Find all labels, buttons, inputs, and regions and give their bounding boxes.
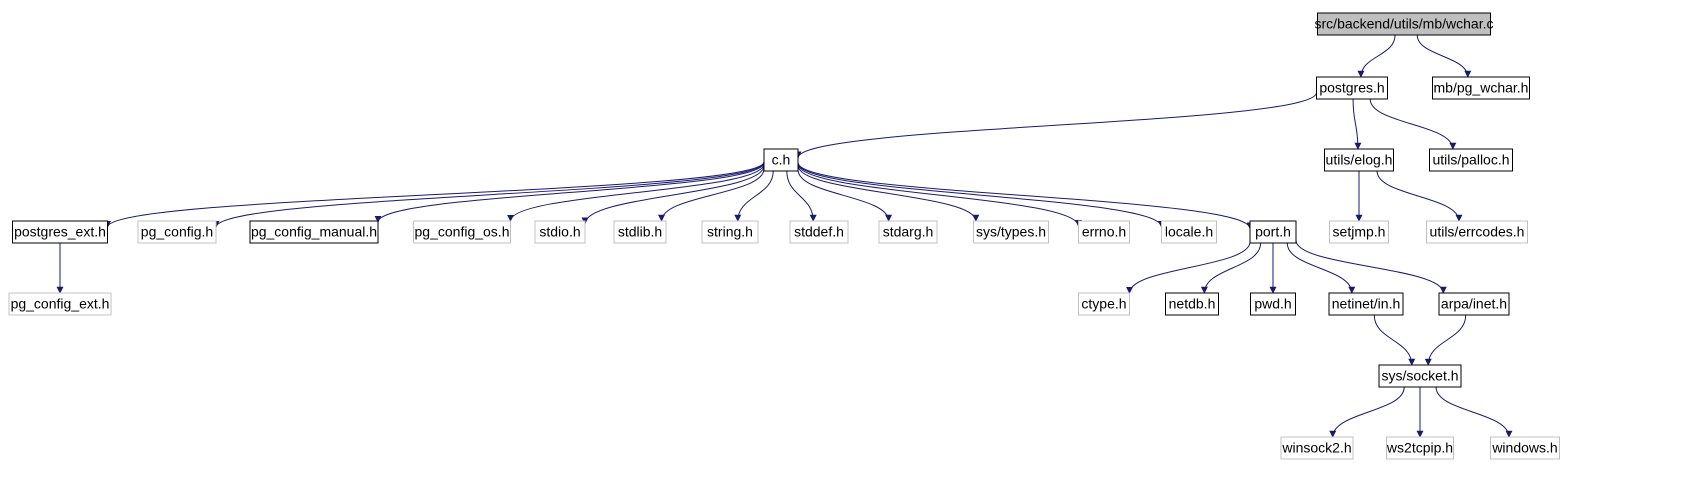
edge-ch-errno	[798, 164, 1079, 227]
edge-root-pgwchar	[1417, 35, 1468, 77]
node-label-port: port.h	[1255, 224, 1291, 240]
edge-port-ctype	[1130, 242, 1251, 293]
node-label-pgconfigext: pg_config_ext.h	[11, 296, 110, 312]
dependency-graph: src/backend/utils/mb/wchar.c postgres.h mb…	[0, 0, 1695, 504]
edge-port-netinetin	[1287, 243, 1352, 293]
node-label-postgresext: postgres_ext.h	[14, 224, 106, 240]
node-ctype[interactable]: ctype.h	[1079, 293, 1130, 315]
node-windows[interactable]: windows.h	[1491, 437, 1560, 459]
node-port[interactable]: port.h	[1250, 221, 1296, 243]
node-utilselog[interactable]: utils/elog.h	[1325, 149, 1394, 171]
node-string[interactable]: string.h	[702, 221, 758, 243]
node-postgres[interactable]: postgres.h	[1317, 77, 1388, 99]
edge-syssocket-windows	[1436, 387, 1509, 437]
edge-syssocket-winsock2	[1333, 387, 1405, 437]
node-netdb[interactable]: netdb.h	[1166, 293, 1219, 315]
node-pgwchar[interactable]: mb/pg_wchar.h	[1433, 77, 1530, 99]
node-label-errno: errno.h	[1082, 224, 1126, 240]
node-label-stdarg: stdarg.h	[883, 224, 934, 240]
edge-ch-postgresext	[108, 162, 765, 228]
node-label-stdlib: stdlib.h	[618, 224, 662, 240]
node-postgresext[interactable]: postgres_ext.h	[13, 221, 108, 243]
node-label-postgres: postgres.h	[1319, 80, 1384, 96]
node-label-string: string.h	[707, 224, 753, 240]
node-pwd[interactable]: pwd.h	[1251, 293, 1296, 315]
node-label-pwd: pwd.h	[1254, 296, 1291, 312]
edge-ch-stddef	[787, 171, 813, 221]
node-label-errcodes: utils/errcodes.h	[1430, 224, 1525, 240]
node-locale[interactable]: locale.h	[1162, 221, 1217, 243]
edge-ch-stdlib	[662, 169, 764, 221]
node-pgconfigos[interactable]: pg_config_os.h	[414, 221, 511, 243]
node-errcodes[interactable]: utils/errcodes.h	[1427, 221, 1528, 243]
node-label-stdio: stdio.h	[539, 224, 580, 240]
node-pgconfigman[interactable]: pg_config_manual.h	[250, 221, 378, 243]
node-label-setjmp: setjmp.h	[1333, 224, 1386, 240]
node-ch[interactable]: c.h	[764, 149, 798, 171]
edge-postgres-utilselog	[1353, 99, 1358, 149]
edge-utilselog-errcodes	[1377, 171, 1459, 221]
node-label-root: src/backend/utils/mb/wchar.c	[1315, 16, 1494, 32]
node-label-syssocket: sys/socket.h	[1381, 368, 1458, 384]
node-root[interactable]: src/backend/utils/mb/wchar.c	[1315, 13, 1494, 35]
edge-ch-string	[738, 171, 773, 221]
node-errno[interactable]: errno.h	[1079, 221, 1130, 243]
edge-arpainet-syssocket	[1428, 315, 1466, 365]
node-stddef[interactable]: stddef.h	[790, 221, 848, 243]
node-label-stddef: stddef.h	[794, 224, 844, 240]
node-label-utilspalloc: utils/palloc.h	[1432, 152, 1509, 168]
node-netinetin[interactable]: netinet/in.h	[1329, 293, 1403, 315]
node-label-systypes: sys/types.h	[976, 224, 1046, 240]
edge-postgres-utilspalloc	[1370, 99, 1453, 149]
edge-port-arpainet	[1296, 240, 1443, 293]
node-stdlib[interactable]: stdlib.h	[614, 221, 666, 243]
edge-ch-systypes	[798, 165, 976, 221]
node-label-ctype: ctype.h	[1081, 296, 1126, 312]
node-pgconfig[interactable]: pg_config.h	[138, 221, 216, 243]
edge-port-netdb	[1204, 243, 1260, 293]
edge-ch-pgconfig	[216, 162, 764, 227]
node-label-pgconfigman: pg_config_manual.h	[251, 224, 377, 240]
edge-ch-pgconfigman	[378, 163, 764, 223]
node-label-netdb: netdb.h	[1169, 296, 1216, 312]
node-stdio[interactable]: stdio.h	[535, 221, 585, 243]
node-pgconfigext[interactable]: pg_config_ext.h	[9, 293, 111, 315]
node-label-windows: windows.h	[1491, 440, 1557, 456]
node-label-arpainet: arpa/inet.h	[1441, 296, 1507, 312]
node-label-winsock2: winsock2.h	[1281, 440, 1351, 456]
edge-postgres-ch	[798, 92, 1317, 157]
node-label-pgconfigos: pg_config_os.h	[415, 224, 510, 240]
node-stdarg[interactable]: stdarg.h	[879, 221, 937, 243]
node-setjmp[interactable]: setjmp.h	[1330, 221, 1389, 243]
node-label-pgwchar: mb/pg_wchar.h	[1434, 80, 1529, 96]
edge-ch-port	[798, 162, 1250, 228]
edge-ch-stdio	[585, 166, 764, 224]
node-ws2tcpip[interactable]: ws2tcpip.h	[1386, 437, 1454, 459]
node-winsock2[interactable]: winsock2.h	[1281, 437, 1353, 459]
node-label-ws2tcpip: ws2tcpip.h	[1386, 440, 1453, 456]
node-label-utilselog: utils/elog.h	[1326, 152, 1393, 168]
node-systypes[interactable]: sys/types.h	[974, 221, 1049, 243]
node-arpainet[interactable]: arpa/inet.h	[1439, 293, 1509, 315]
node-label-ch: c.h	[772, 152, 791, 168]
node-label-pgconfig: pg_config.h	[141, 224, 213, 240]
edge-root-postgres	[1361, 35, 1395, 77]
node-utilspalloc[interactable]: utils/palloc.h	[1430, 149, 1513, 171]
node-syssocket[interactable]: sys/socket.h	[1379, 365, 1461, 387]
node-label-locale: locale.h	[1165, 224, 1213, 240]
edge-ch-pgconfigos	[511, 164, 765, 221]
edge-netinetin-syssocket	[1374, 315, 1412, 365]
edge-ch-locale	[798, 163, 1162, 227]
node-label-netinetin: netinet/in.h	[1332, 296, 1401, 312]
